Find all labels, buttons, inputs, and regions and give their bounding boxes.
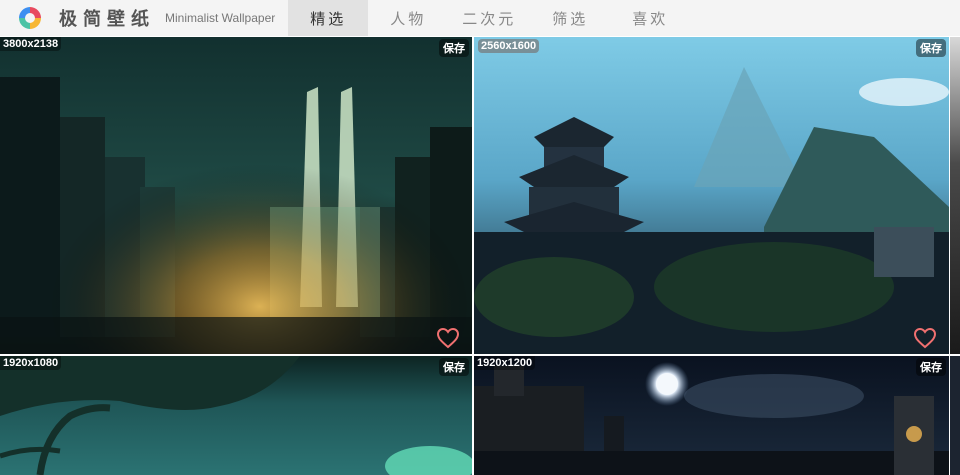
wallpaper-tile[interactable]: 1920x1080 保存 [0, 356, 472, 475]
wallpaper-image [0, 356, 472, 475]
category-tabs: 精选 人物 二次元 筛选 喜欢 [288, 0, 690, 36]
wallpaper-image [474, 356, 949, 475]
wallpaper-tile-partial[interactable] [950, 37, 960, 354]
wallpaper-tile[interactable]: 2560x1600 保存 [474, 37, 949, 354]
brand-name-english: Minimalist Wallpaper [165, 11, 276, 25]
wallpaper-grid: 3800x2138 保存 2560x1600 保存 1920x1080 保存 1… [0, 37, 960, 475]
save-button[interactable]: 保存 [439, 358, 469, 376]
tab-featured[interactable]: 精选 [288, 0, 369, 36]
wallpaper-tile[interactable]: 1920x1200 保存 [474, 356, 949, 475]
wallpaper-tile[interactable]: 3800x2138 保存 [0, 37, 472, 354]
app-logo-icon[interactable] [19, 7, 41, 29]
tab-people[interactable]: 人物 [368, 0, 448, 36]
resolution-label: 2560x1600 [478, 39, 540, 53]
resolution-label: 1920x1200 [474, 356, 536, 370]
heart-icon[interactable] [913, 327, 937, 349]
wallpaper-tile-partial[interactable] [950, 356, 960, 475]
resolution-label: 1920x1080 [0, 356, 62, 370]
resolution-label: 3800x2138 [0, 37, 62, 51]
heart-icon[interactable] [436, 327, 460, 349]
save-button[interactable]: 保存 [916, 358, 946, 376]
wallpaper-image [0, 37, 472, 354]
top-navigation-bar: 极简壁纸 Minimalist Wallpaper 精选 人物 二次元 筛选 喜… [0, 0, 960, 36]
tab-anime[interactable]: 二次元 [448, 0, 530, 36]
wallpaper-image [474, 37, 949, 354]
tab-favorites[interactable]: 喜欢 [610, 0, 690, 36]
save-button[interactable]: 保存 [439, 39, 469, 57]
tab-filter[interactable]: 筛选 [530, 0, 610, 36]
save-button[interactable]: 保存 [916, 39, 946, 57]
brand-name-chinese: 极简壁纸 [59, 9, 155, 30]
